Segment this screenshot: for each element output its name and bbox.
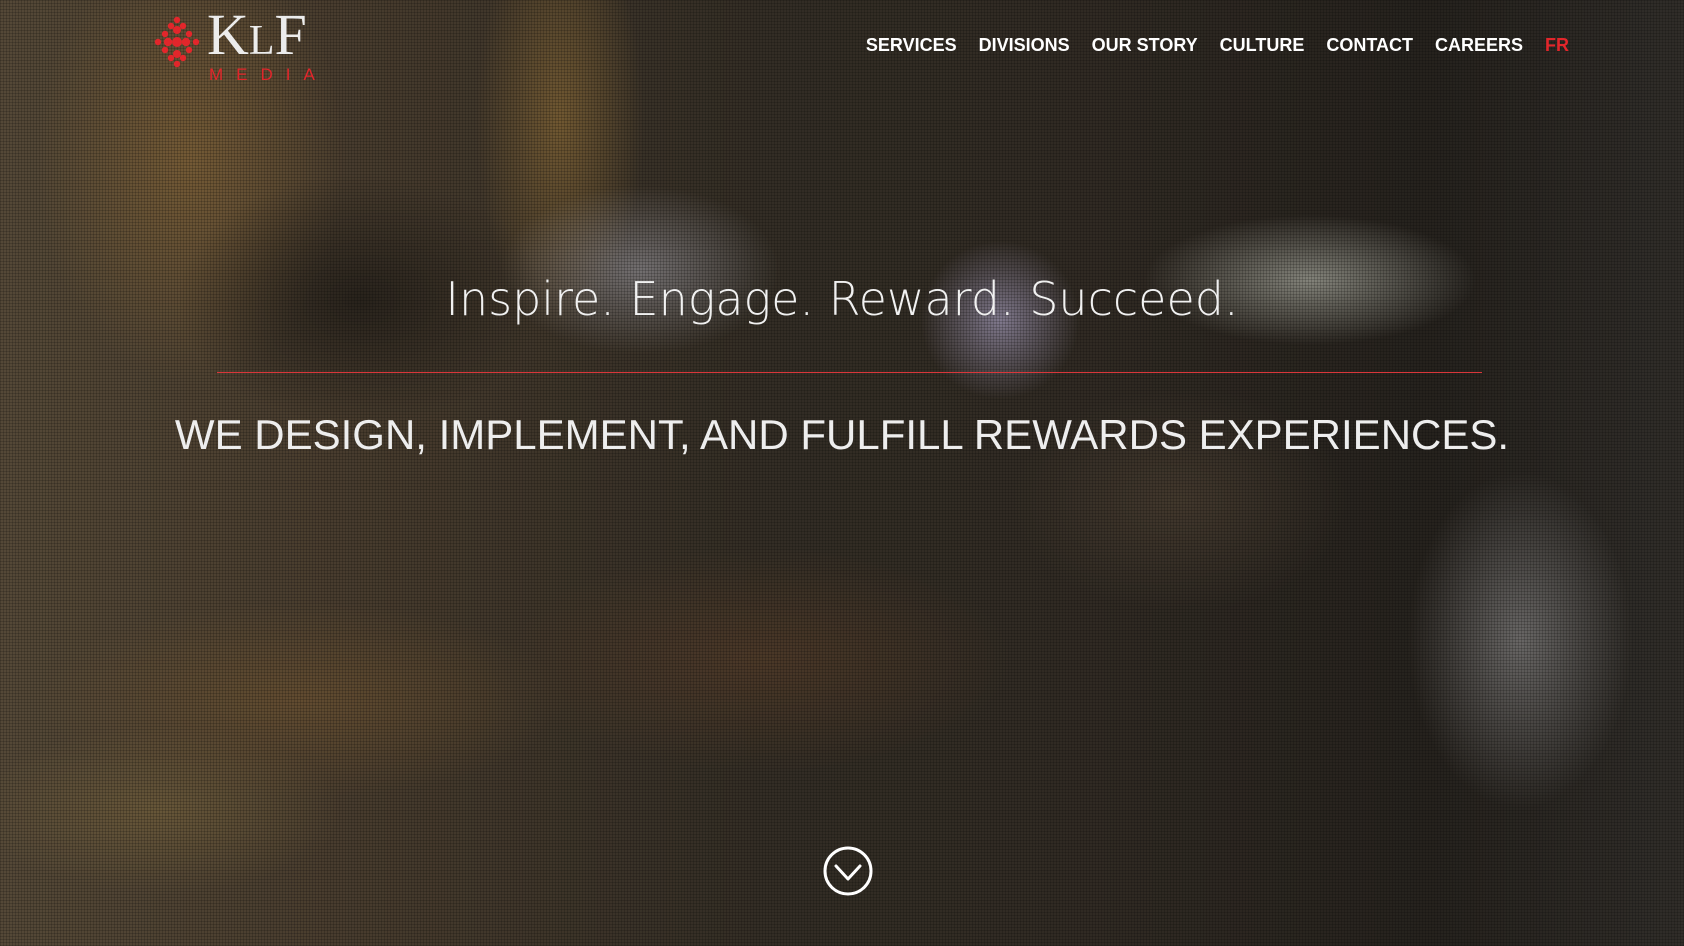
hero-divider [217,372,1482,373]
language-switch-link[interactable]: FR [1545,35,1569,55]
logo-letter-f: F [274,2,307,67]
logo-link[interactable]: KLF MEDIA [149,6,329,84]
nav-link-divisions[interactable]: DIVISIONS [979,35,1070,55]
nav-link-culture[interactable]: CULTURE [1220,35,1305,55]
hero-section: KLF MEDIA SERVICES DIVISIONS OUR STORY C… [0,0,1684,946]
nav-link-careers[interactable]: CAREERS [1435,35,1523,55]
chevron-down-circle-icon [823,846,873,896]
nav-link-contact[interactable]: CONTACT [1326,35,1413,55]
red-dot-cluster-icon [154,16,200,68]
nav-link-our-story[interactable]: OUR STORY [1092,35,1198,55]
hero-headline: Inspire. Engage. Reward. Succeed. [445,272,1239,326]
main-nav: SERVICES DIVISIONS OUR STORY CULTURE CON… [866,35,1569,56]
nav-item-services: SERVICES [866,35,957,56]
nav-item-language: FR [1545,35,1569,56]
scroll-down-button[interactable] [823,846,873,896]
nav-item-culture: CULTURE [1220,35,1305,56]
hero-tagline: WE DESIGN, IMPLEMENT, AND FULFILL REWARD… [174,411,1510,458]
nav-item-divisions: DIVISIONS [979,35,1070,56]
nav-item-our-story: OUR STORY [1092,35,1198,56]
logo-wordmark: KLF [207,6,307,64]
logo-letter-k: K [207,2,249,67]
nav-link-services[interactable]: SERVICES [866,35,957,55]
logo-letter-l: L [248,18,275,64]
nav-item-contact: CONTACT [1326,35,1413,56]
navbar: KLF MEDIA SERVICES DIVISIONS OUR STORY C… [0,0,1684,90]
logo-subtitle: MEDIA [209,65,328,84]
nav-item-careers: CAREERS [1435,35,1523,56]
